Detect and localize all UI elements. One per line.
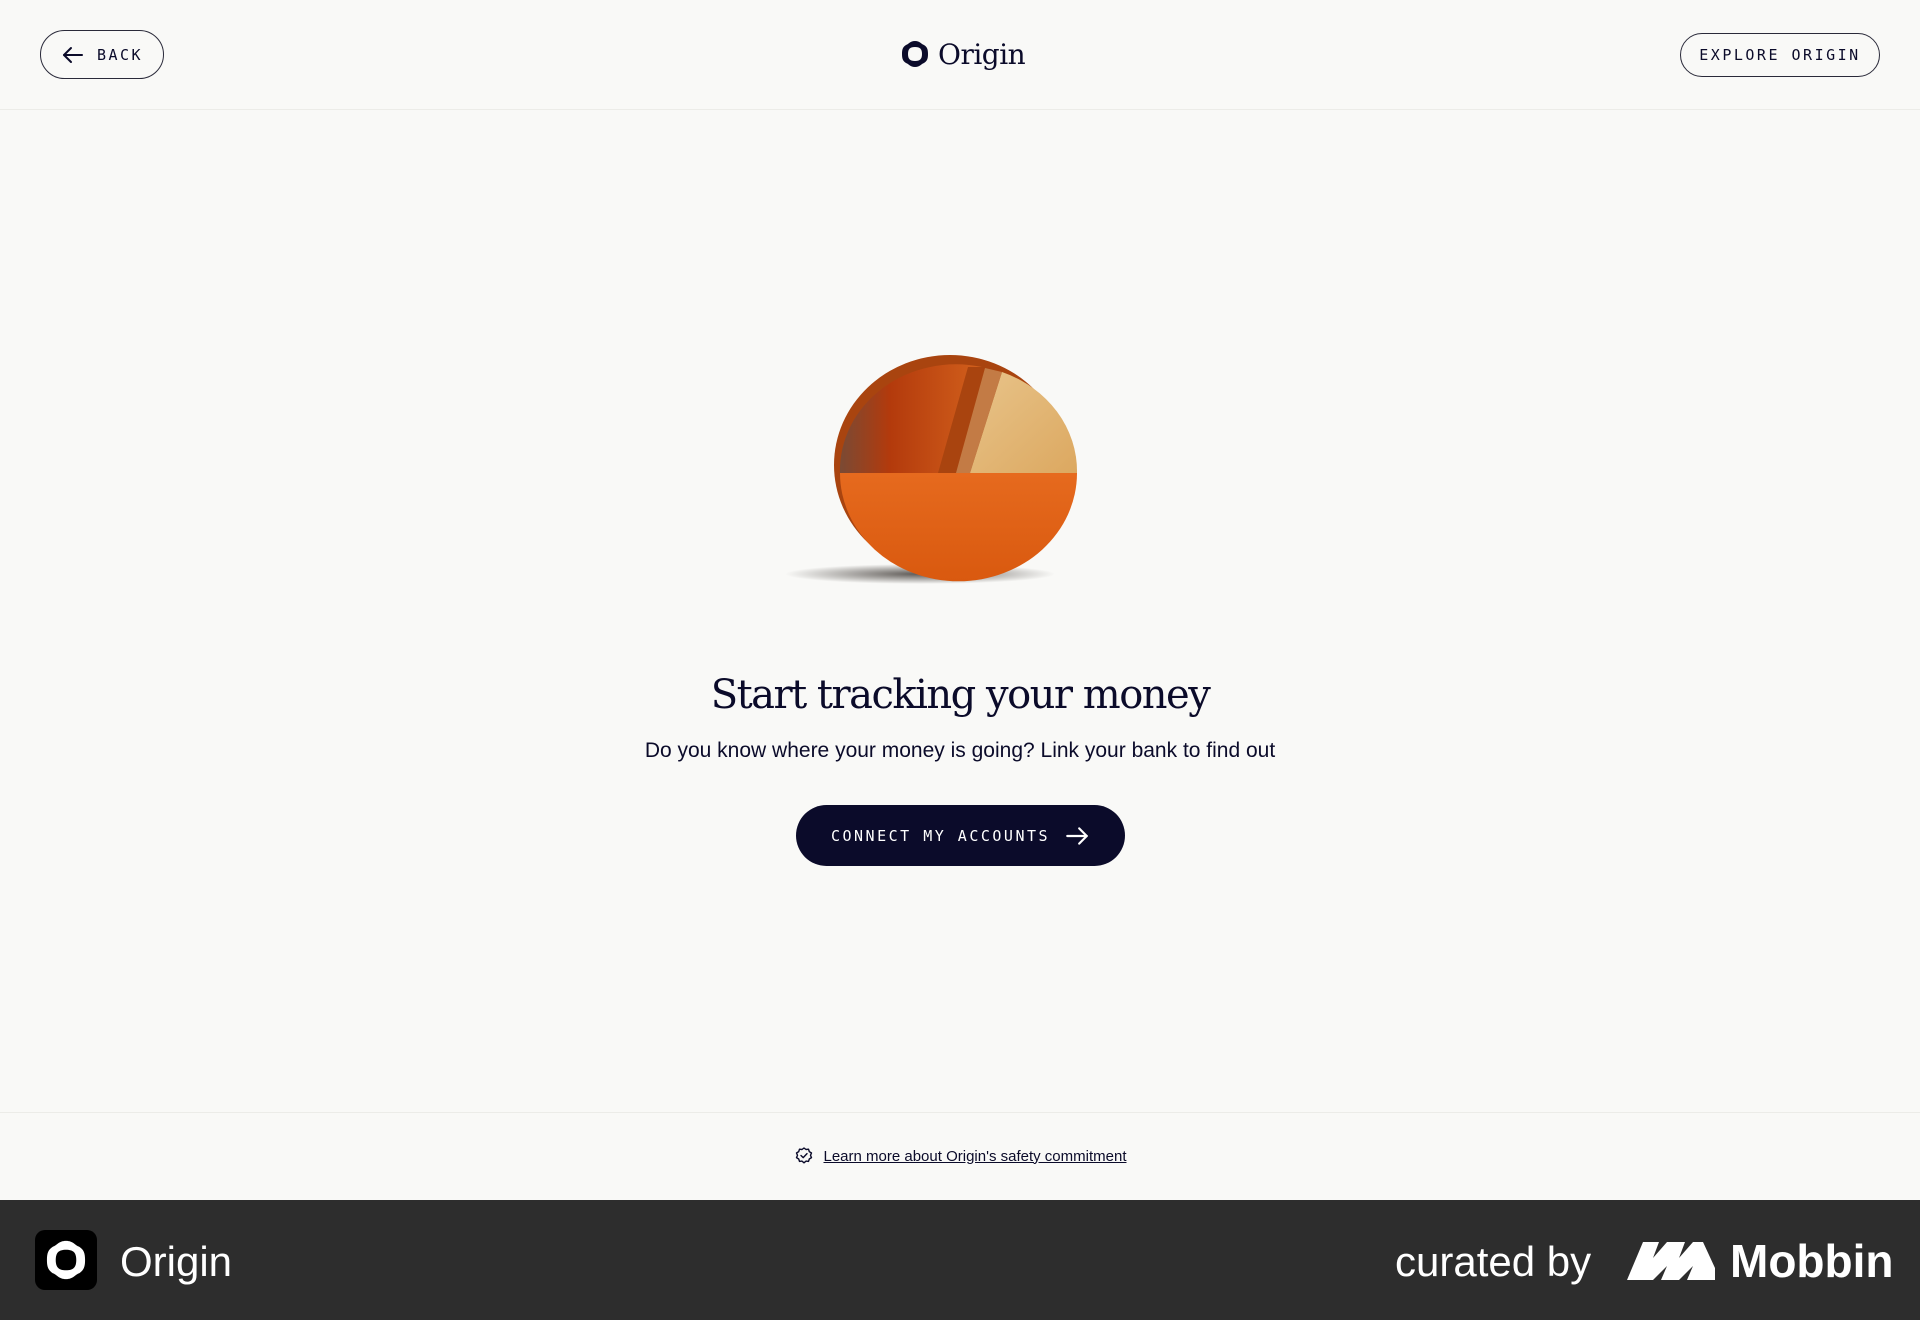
arrow-left-icon — [62, 46, 83, 63]
safety-commitment-link[interactable]: Learn more about Origin's safety commitm… — [824, 1148, 1127, 1165]
explore-origin-button[interactable]: EXPLORE ORIGIN — [1680, 33, 1880, 77]
bottom-bar: Origin curated by Mobbin — [0, 1200, 1920, 1320]
pie-chart-illustration — [785, 355, 1078, 584]
logo-text: Origin — [938, 37, 1026, 71]
arrow-right-icon — [1066, 826, 1088, 845]
origin-logo-icon — [46, 1240, 86, 1280]
footer-divider — [0, 1112, 1920, 1113]
page-subtitle: Do you know where your money is going? L… — [644, 739, 1276, 762]
page-title: Start tracking your money — [710, 672, 1211, 718]
back-button-label: BACK — [96, 45, 144, 64]
app-icon — [35, 1230, 97, 1290]
top-header: BACK Origin EXPLORE ORIGIN — [0, 0, 1920, 110]
origin-logo[interactable]: Origin — [900, 36, 1026, 72]
explore-button-label: EXPLORE ORIGIN — [1699, 46, 1861, 64]
connect-button-label: CONNECT MY ACCOUNTS — [830, 826, 1051, 845]
curated-by-label: curated by — [1395, 1238, 1592, 1285]
app-name: Origin — [120, 1238, 233, 1285]
connect-accounts-button[interactable]: CONNECT MY ACCOUNTS — [796, 805, 1125, 866]
back-button[interactable]: BACK — [40, 30, 164, 79]
origin-logo-icon — [902, 41, 928, 67]
mobbin-logo-icon — [1627, 1242, 1715, 1280]
safety-commitment: Learn more about Origin's safety commitm… — [0, 1146, 1920, 1166]
mobbin-brand-name: Mobbin — [1730, 1235, 1894, 1287]
shield-check-icon — [795, 1147, 812, 1164]
